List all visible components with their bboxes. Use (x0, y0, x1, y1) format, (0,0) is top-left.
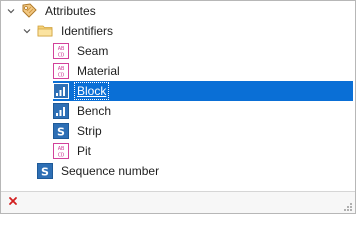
folder-icon (37, 23, 53, 39)
tree-node-label: Pit (77, 144, 92, 158)
numeric-field-icon (53, 103, 69, 119)
tree-node-label: Block (73, 82, 110, 100)
tree-node-label: Sequence number (61, 164, 160, 178)
tree-node-block[interactable]: Block (53, 81, 353, 101)
tree-node-label: Attributes (45, 4, 96, 18)
svg-text:AB: AB (58, 66, 65, 72)
numeric-field-icon (53, 83, 69, 99)
chevron-down-icon[interactable] (21, 25, 33, 37)
close-icon[interactable] (7, 195, 19, 207)
sequence-icon: S (53, 123, 69, 139)
tree-node-label: Bench (77, 104, 112, 118)
tree-node-attributes[interactable]: Attributes (5, 1, 98, 21)
text-field-icon: AB CD (53, 43, 69, 59)
resize-grip-icon[interactable] (343, 201, 353, 211)
text-field-icon: AB CD (53, 143, 69, 159)
attribute-tree: Attributes Identifiers AB CD Seam AB CD … (1, 1, 355, 191)
attributes-panel: Attributes Identifiers AB CD Seam AB CD … (0, 0, 356, 214)
svg-text:CD: CD (58, 53, 65, 59)
tree-node-seam[interactable]: AB CD Seam (53, 41, 110, 61)
sequence-icon: S (37, 163, 53, 179)
tree-node-bench[interactable]: Bench (53, 101, 113, 121)
tree-node-label: Seam (77, 44, 109, 58)
tree-node-sequence-number[interactable]: S Sequence number (37, 161, 161, 181)
svg-text:AB: AB (58, 46, 65, 52)
svg-text:CD: CD (58, 153, 65, 159)
tree-node-label: Strip (77, 124, 102, 138)
svg-text:CD: CD (58, 73, 65, 79)
svg-text:S: S (41, 166, 49, 179)
status-bar (1, 191, 355, 213)
tree-node-pit[interactable]: AB CD Pit (53, 141, 93, 161)
tree-node-label: Material (77, 64, 120, 78)
text-field-icon: AB CD (53, 63, 69, 79)
tag-icon (21, 3, 37, 19)
tree-node-identifiers[interactable]: Identifiers (21, 21, 115, 41)
chevron-down-icon[interactable] (5, 5, 17, 17)
svg-text:AB: AB (58, 146, 65, 152)
svg-text:S: S (57, 126, 65, 139)
tree-node-material[interactable]: AB CD Material (53, 61, 122, 81)
tree-node-label: Identifiers (61, 24, 114, 38)
tree-node-strip[interactable]: S Strip (53, 121, 104, 141)
